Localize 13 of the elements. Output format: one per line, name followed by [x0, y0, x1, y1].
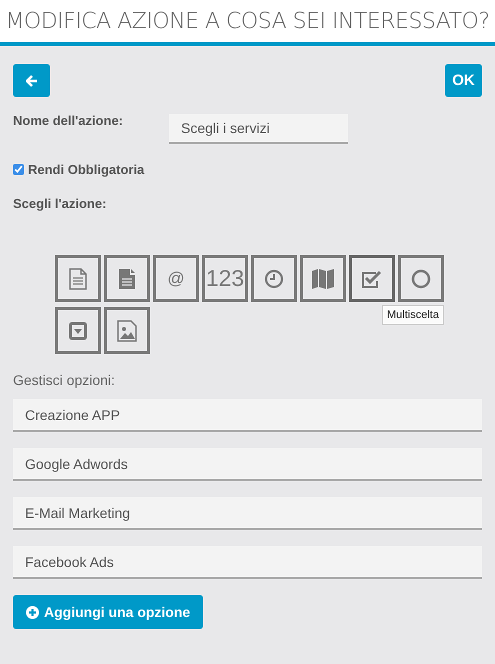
- section-label: Scegli l'azione:: [13, 196, 108, 211]
- name-field[interactable]: Scegli i servizi: [169, 114, 348, 144]
- window-title: MODIFICA AZIONE A COSA SEI INTERESSATO?: [5, 8, 490, 34]
- section-label: Gestisci opzioni:: [13, 372, 116, 388]
- option-field[interactable]: E-Mail Marketing: [13, 497, 482, 530]
- checkbox-label: Rendi Obbligatoria: [28, 162, 144, 177]
- option-field[interactable]: Creazione APP: [13, 399, 482, 432]
- tooltip: Multiscelta: [382, 305, 444, 325]
- option-field[interactable]: Google Adwords: [13, 448, 482, 481]
- action-type-button[interactable]: @: [153, 255, 199, 302]
- option-field[interactable]: Facebook Ads: [13, 546, 482, 579]
- field-label: Nome dell'azione:: [13, 113, 123, 128]
- action-type-button[interactable]: 123: [202, 255, 248, 302]
